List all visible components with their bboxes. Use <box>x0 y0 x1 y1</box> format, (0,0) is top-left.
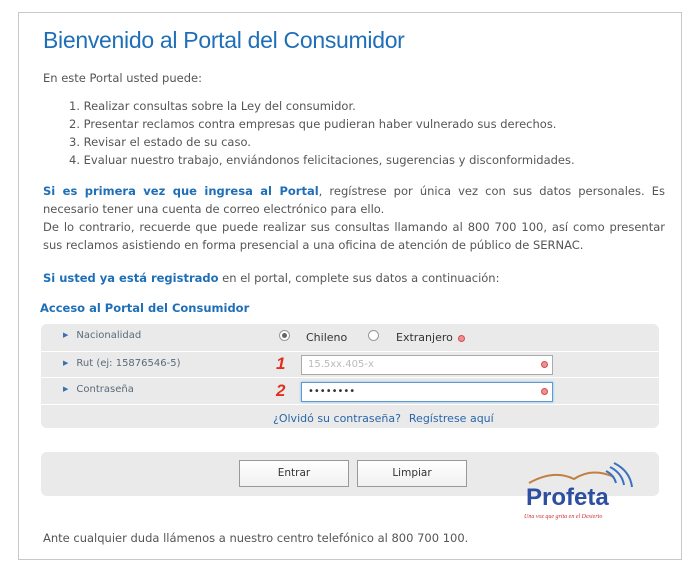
mountain-icon <box>528 471 615 484</box>
arrow-right-icon: ▶ <box>63 385 69 393</box>
required-icon <box>541 388 548 395</box>
feature-list: 1. Realizar consultas sobre la Ley del c… <box>69 97 575 169</box>
rut-row: ▶ Rut (ej: 15876546-5) 1 15.5xx.405-x <box>41 351 659 377</box>
page-title: Bienvenido al Portal del Consumidor <box>43 27 405 53</box>
radio-extranjero-label[interactable]: Extranjero <box>396 331 453 344</box>
rut-input[interactable]: 15.5xx.405-x <box>301 355 553 375</box>
rut-label: ▶ Rut (ej: 15876546-5) <box>63 358 181 369</box>
arrow-right-icon: ▶ <box>63 359 69 367</box>
list-item: 3. Revisar el estado de su caso. <box>69 135 251 149</box>
clear-button[interactable]: Limpiar <box>357 460 467 487</box>
radio-extranjero[interactable] <box>368 330 379 341</box>
links-container: ¿Olvidó su contraseña? Regístrese aquí <box>273 412 502 425</box>
registered-paragraph: Si usted ya está registrado en el portal… <box>43 269 499 287</box>
list-item: 2. Presentar reclamos contra empresas qu… <box>69 117 557 131</box>
login-form-panel: ▶ Nacionalidad Chileno Extranjero ▶ Rut (e… <box>41 324 659 428</box>
nationality-label: ▶ Nacionalidad <box>63 330 142 341</box>
links-row: ¿Olvidó su contraseña? Regístrese aquí <box>41 404 659 430</box>
first-time-strong: Si es primera vez que ingresa al Portal <box>43 184 319 198</box>
nationality-row: ▶ Nacionalidad Chileno Extranjero <box>41 324 659 350</box>
main-container: Bienvenido al Portal del Consumidor En e… <box>18 12 682 560</box>
password-label: ▶ Contraseña <box>63 384 134 395</box>
watermark-logo: Profeta Una voz que grita en el Desierto <box>524 462 633 520</box>
registered-strong: Si usted ya está registrado <box>43 271 219 285</box>
first-time-paragraph: Si es primera vez que ingresa al Portal,… <box>43 182 665 254</box>
annotation-marker-1: 1 <box>276 354 286 373</box>
logo-tagline: Una voz que grita en el Desierto <box>524 514 602 520</box>
intro-text: En este Portal usted puede: <box>43 71 202 85</box>
list-item: 1. Realizar consultas sobre la Ley del c… <box>69 99 356 113</box>
required-icon <box>458 335 465 342</box>
enter-button[interactable]: Entrar <box>239 460 349 487</box>
arrow-right-icon: ▶ <box>63 331 69 339</box>
annotation-marker-2: 2 <box>276 381 286 400</box>
password-row: ▶ Contraseña 2 •••••••• <box>41 377 659 403</box>
form-section-title: Acceso al Portal del Consumidor <box>40 301 250 315</box>
radio-chileno[interactable] <box>279 330 290 341</box>
password-input[interactable]: •••••••• <box>301 382 553 402</box>
list-item: 4. Evaluar nuestro trabajo, enviándonos … <box>69 153 575 167</box>
register-link[interactable]: Regístrese aquí <box>409 412 494 425</box>
forgot-password-link[interactable]: ¿Olvidó su contraseña? <box>273 412 401 425</box>
radio-chileno-label[interactable]: Chileno <box>306 331 347 344</box>
registered-rest: en el portal, complete sus datos a conti… <box>218 271 500 285</box>
logo-text: Profeta <box>526 484 609 511</box>
contact-paragraph: De lo contrario, recuerde que puede real… <box>43 220 665 252</box>
required-icon <box>541 361 548 368</box>
footer-text: Ante cualquier duda llámenos a nuestro c… <box>43 531 469 545</box>
